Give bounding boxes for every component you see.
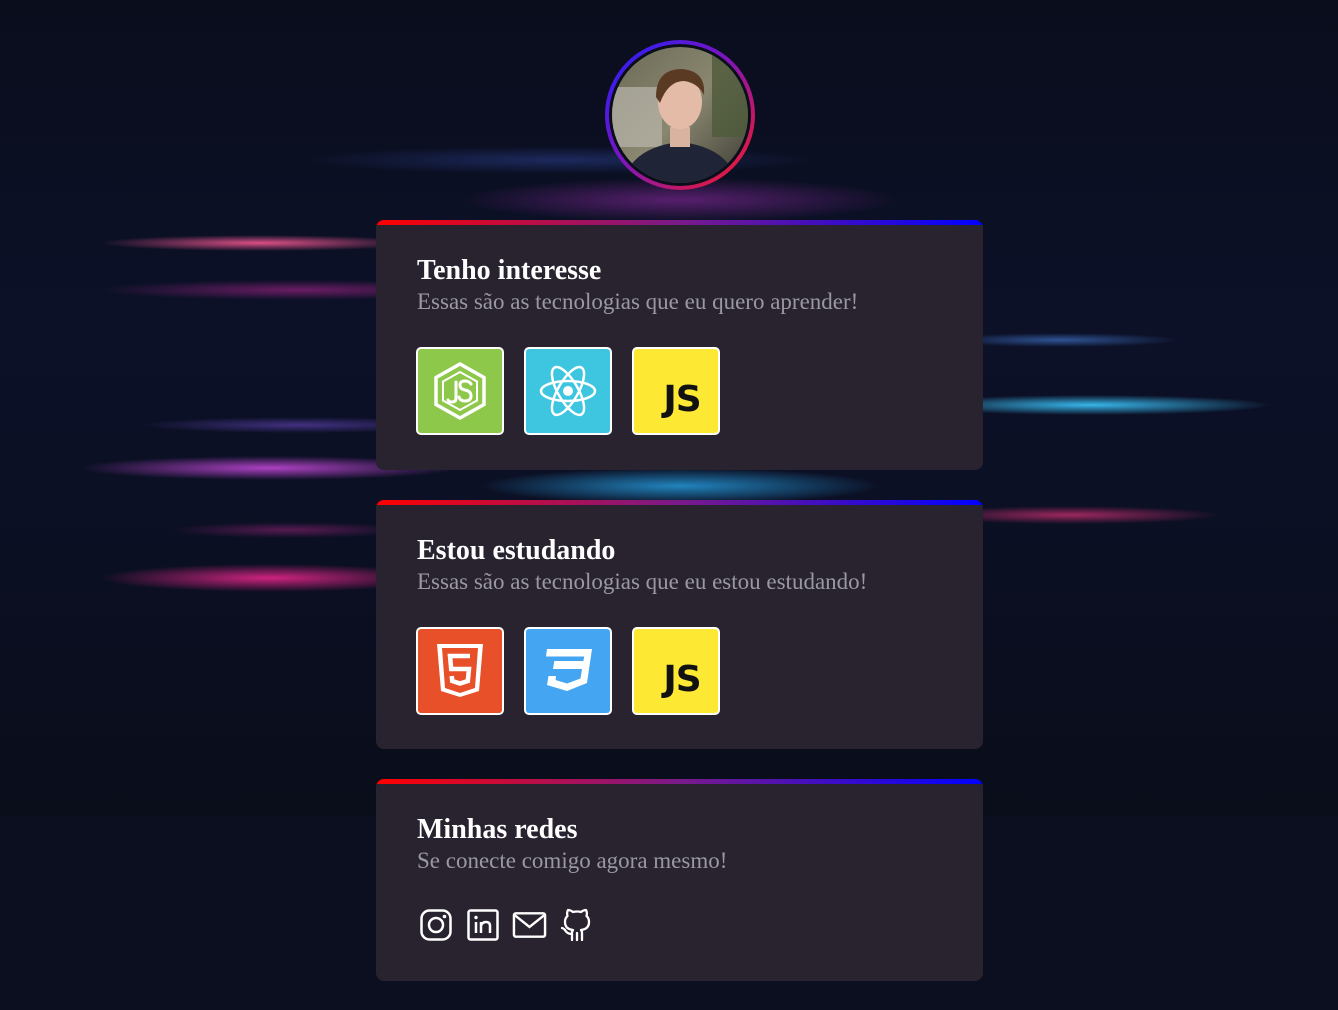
interest-card: Tenho interesse Essas são as tecnologias…	[376, 220, 983, 470]
nodejs-tile	[416, 347, 504, 435]
linkedin-icon	[466, 908, 499, 941]
react-tile	[524, 347, 612, 435]
html5-tile	[416, 627, 504, 715]
javascript-tile: JS	[632, 347, 720, 435]
tech-list: JS	[416, 627, 720, 715]
card-subtitle: Essas são as tecnologias que eu quero ap…	[417, 289, 859, 314]
tech-list: JS	[416, 347, 720, 435]
github-link[interactable]	[559, 907, 594, 942]
html5-icon	[437, 644, 483, 697]
javascript-tile: JS	[632, 627, 720, 715]
instagram-icon	[419, 908, 452, 941]
nodejs-icon	[434, 361, 486, 421]
avatar	[605, 40, 755, 190]
instagram-link[interactable]	[418, 907, 453, 942]
email-link[interactable]	[512, 907, 547, 942]
social-card: Minhas redes Se conecte comigo agora mes…	[376, 779, 983, 981]
css3-icon	[546, 649, 592, 691]
studying-card: Estou estudando Essas são as tecnologias…	[376, 500, 983, 749]
social-links	[418, 907, 594, 942]
card-subtitle: Essas são as tecnologias que eu estou es…	[417, 569, 868, 594]
linkedin-link[interactable]	[465, 907, 500, 942]
javascript-icon: JS	[663, 378, 701, 420]
react-icon	[539, 365, 597, 417]
card-subtitle: Se conecte comigo agora mesmo!	[417, 848, 728, 873]
css3-tile	[524, 627, 612, 715]
card-title: Estou estudando	[417, 535, 616, 566]
github-icon	[560, 908, 590, 941]
card-title: Tenho interesse	[417, 255, 602, 286]
javascript-icon: JS	[663, 658, 701, 700]
email-icon	[512, 911, 547, 938]
card-title: Minhas redes	[417, 814, 578, 845]
profile-photo	[612, 47, 748, 183]
